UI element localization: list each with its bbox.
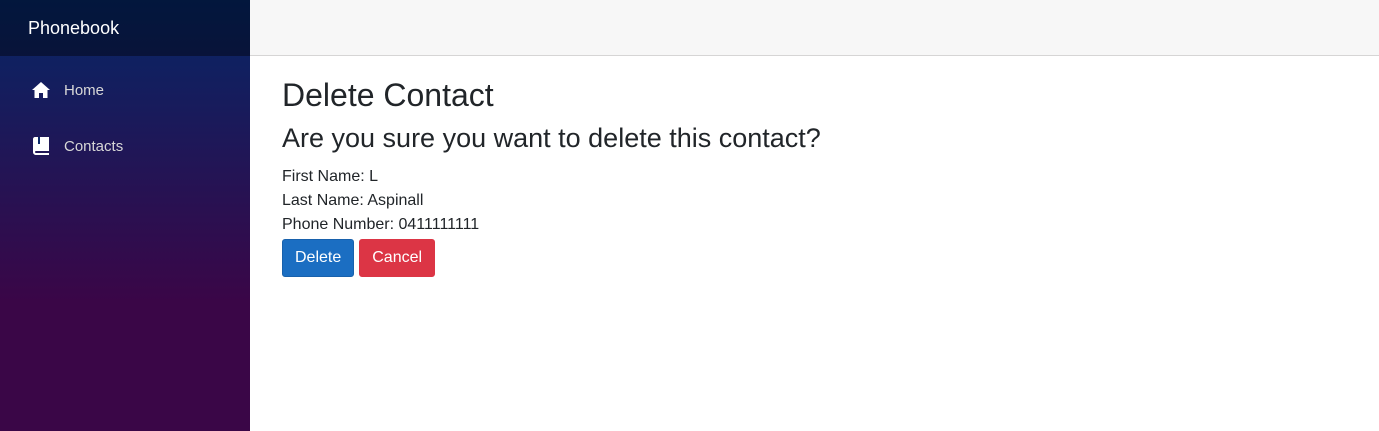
sidebar-nav: Home Contacts	[0, 56, 250, 180]
sidebar: Phonebook Home Contacts	[0, 0, 250, 431]
home-icon	[32, 81, 50, 99]
delete-button[interactable]: Delete	[282, 238, 355, 277]
confirm-question: Are you sure you want to delete this con…	[282, 123, 821, 154]
cancel-button[interactable]: Cancel	[359, 238, 436, 277]
app-shell: Phonebook Home Contacts Delete Contact A…	[0, 0, 1379, 431]
sidebar-item-label: Home	[64, 81, 105, 99]
sidebar-item-label: Contacts	[64, 137, 124, 155]
main-area: Delete Contact Are you sure you want to …	[250, 0, 1379, 431]
phone-number-detail: Phone Number: 0411111111	[282, 215, 480, 233]
first-name-detail: First Name: L	[282, 167, 379, 185]
sidebar-item-contacts[interactable]: Contacts	[16, 124, 234, 168]
page-title: Delete Contact	[282, 77, 494, 113]
page-content: Delete Contact Are you sure you want to …	[250, 56, 1379, 277]
action-buttons: Delete Cancel	[282, 238, 1347, 277]
brand-bar: Phonebook	[0, 0, 250, 56]
top-bar	[250, 0, 1379, 56]
brand-link[interactable]: Phonebook	[28, 18, 119, 39]
last-name-detail: Last Name: Aspinall	[282, 191, 424, 209]
book-icon	[32, 137, 50, 155]
sidebar-item-home[interactable]: Home	[16, 68, 234, 112]
